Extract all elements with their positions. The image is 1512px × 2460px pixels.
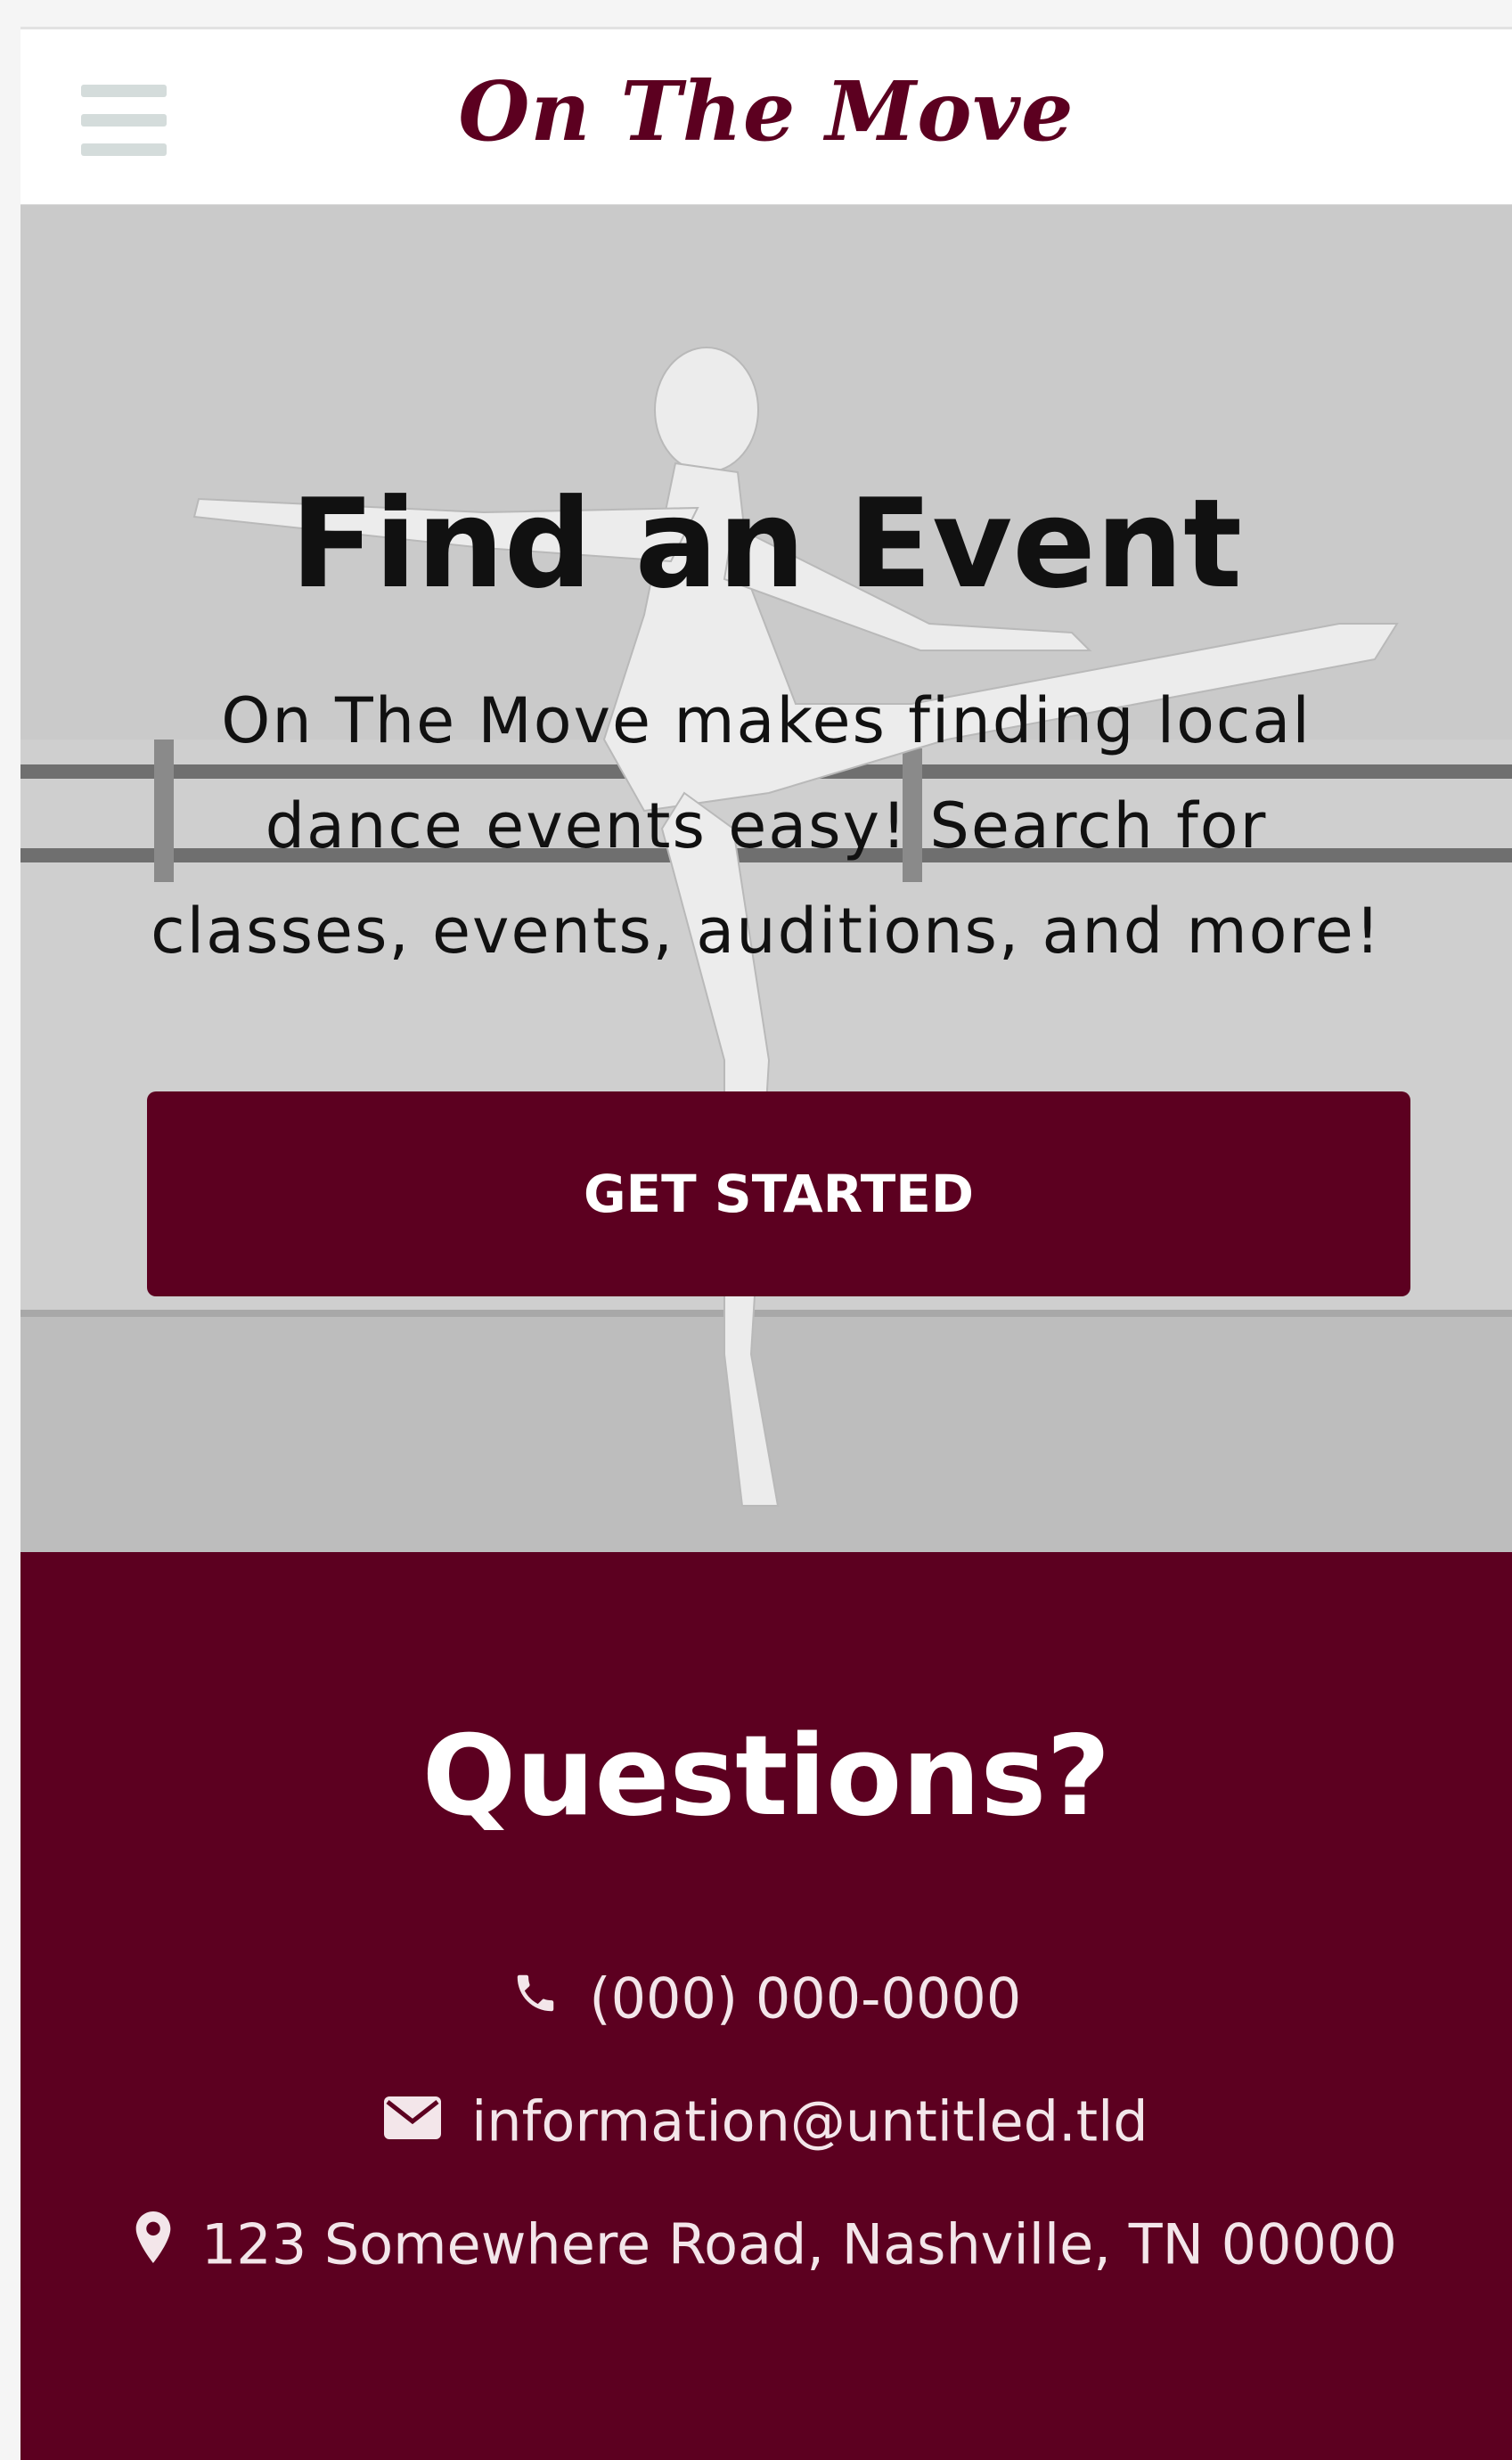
contact-email[interactable]: information@untitled.tld: [20, 2085, 1512, 2154]
contact-phone[interactable]: (000) 000-0000: [20, 1962, 1512, 2031]
contact-address[interactable]: 123 Somewhere Road, Nashville, TN 00000: [20, 2208, 1512, 2276]
site-header: On The Move: [20, 27, 1512, 205]
phone-icon: [511, 1966, 560, 2031]
get-started-button[interactable]: GET STARTED: [147, 1091, 1410, 1296]
email-address: information@untitled.tld: [471, 2088, 1148, 2154]
page: On The Move Find an Event On The Move ma…: [20, 27, 1512, 2460]
envelope-icon: [384, 2088, 442, 2154]
hero-title: Find an Event: [290, 472, 1243, 616]
questions-section: Questions? (000) 000-0000 information@un…: [20, 1552, 1512, 2460]
questions-title: Questions?: [421, 1712, 1111, 1841]
street-address: 123 Somewhere Road, Nashville, TN 00000: [200, 2211, 1397, 2277]
map-marker-icon: [135, 2211, 171, 2276]
brand-logo-text[interactable]: On The Move: [20, 63, 1512, 159]
hero-section: Find an Event On The Move makes finding …: [20, 205, 1512, 1552]
hero-description: On The Move makes finding local dance ev…: [151, 684, 1382, 968]
phone-number: (000) 000-0000: [589, 1966, 1022, 2031]
